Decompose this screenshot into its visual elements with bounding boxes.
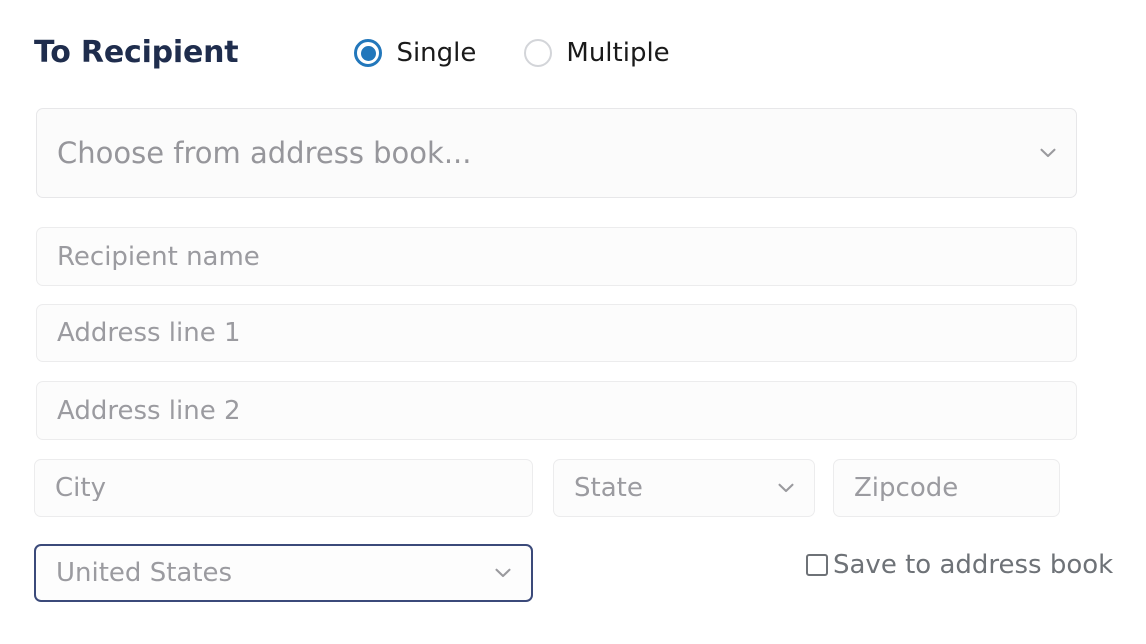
country-select[interactable]: United States	[34, 544, 533, 602]
chevron-down-icon	[778, 483, 794, 493]
save-to-address-book-row[interactable]: Save to address book	[806, 552, 1113, 578]
zipcode-placeholder: Zipcode	[854, 475, 1039, 501]
page-title: To Recipient	[34, 38, 238, 68]
address-book-select[interactable]: Choose from address book...	[36, 108, 1077, 198]
state-select[interactable]: State	[553, 459, 815, 517]
address-line-1-placeholder: Address line 1	[57, 320, 1056, 346]
recipient-name-input[interactable]: Recipient name	[36, 227, 1077, 286]
address-book-select-value: Choose from address book...	[57, 139, 1028, 168]
radio-selected-icon[interactable]	[354, 39, 382, 67]
chevron-down-icon	[495, 568, 511, 578]
city-placeholder: City	[55, 475, 512, 501]
chevron-down-icon	[1040, 148, 1056, 158]
address-line-1-input[interactable]: Address line 1	[36, 304, 1077, 362]
save-to-address-book-checkbox[interactable]	[806, 554, 828, 576]
address-line-2-input[interactable]: Address line 2	[36, 381, 1077, 440]
save-to-address-book-label: Save to address book	[833, 552, 1113, 578]
state-select-value: State	[574, 475, 766, 501]
city-input[interactable]: City	[34, 459, 533, 517]
radio-unselected-icon[interactable]	[524, 39, 552, 67]
country-select-value: United States	[56, 560, 483, 586]
recipient-mode-radio-group: Single Multiple	[354, 39, 669, 67]
radio-option-multiple-label: Multiple	[566, 40, 669, 66]
to-recipient-form: To Recipient Single Multiple Choose from…	[0, 0, 1146, 644]
recipient-name-placeholder: Recipient name	[57, 244, 1056, 270]
section-header: To Recipient Single Multiple	[34, 26, 1114, 80]
radio-option-single[interactable]: Single	[354, 39, 476, 67]
radio-option-single-label: Single	[396, 40, 476, 66]
radio-option-multiple[interactable]: Multiple	[524, 39, 669, 67]
zipcode-input[interactable]: Zipcode	[833, 459, 1060, 517]
address-line-2-placeholder: Address line 2	[57, 398, 1056, 424]
